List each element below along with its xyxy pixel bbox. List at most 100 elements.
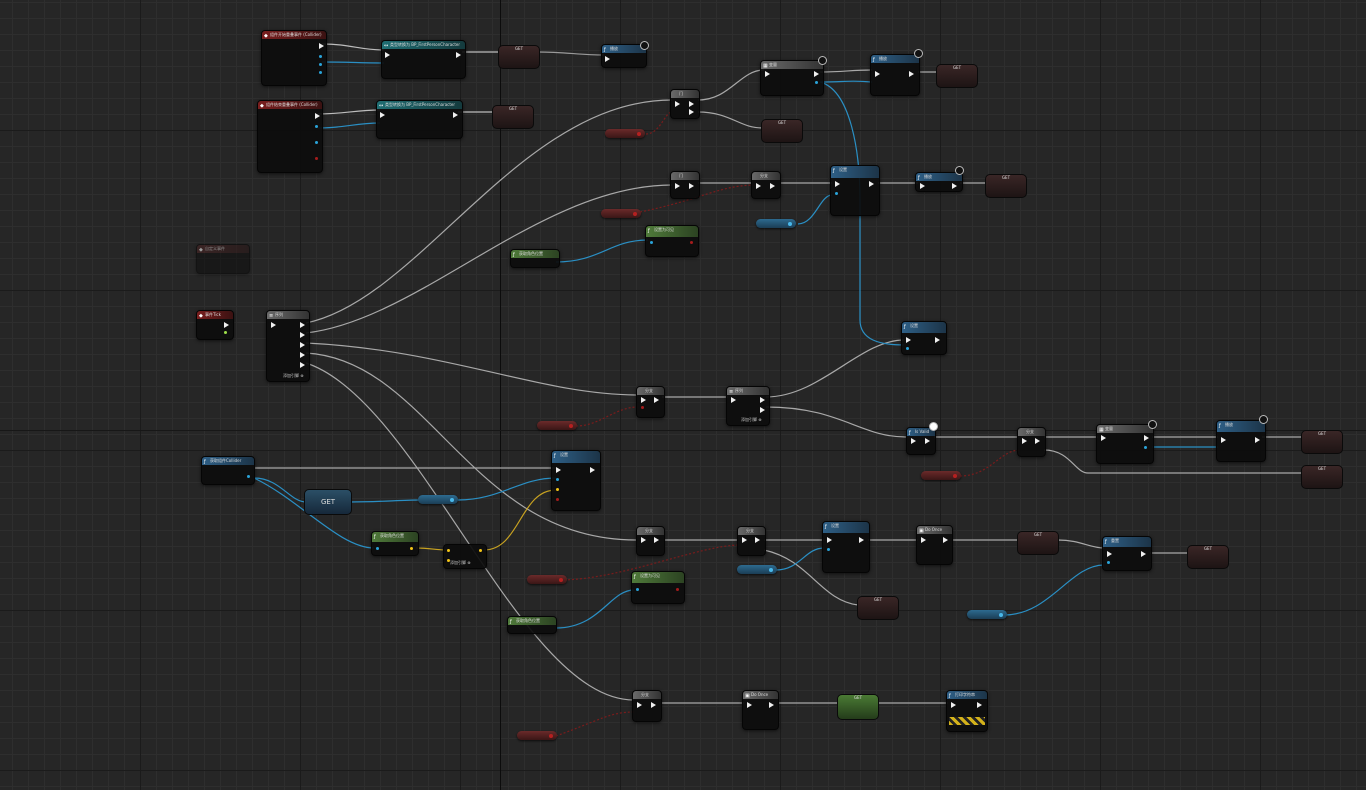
exec-out-pin[interactable] xyxy=(1035,438,1040,444)
exec-in-pin[interactable] xyxy=(271,322,276,328)
bool-variable-pill[interactable] xyxy=(601,209,641,218)
get-node-k[interactable]: GET xyxy=(837,694,879,720)
exec-in-pin[interactable] xyxy=(827,537,832,543)
get-node-j[interactable]: GET xyxy=(857,596,899,620)
branch-node-3[interactable]: 分支 xyxy=(1017,427,1046,457)
object-pin[interactable] xyxy=(1107,561,1110,564)
cast-node-1[interactable]: ↔ 类型转换为 BP_FirstPersonCharacter xyxy=(381,40,466,79)
exec-in-pin[interactable] xyxy=(906,337,911,343)
exec-in-pin[interactable] xyxy=(641,537,646,543)
function-node-play[interactable]: ƒ 播放 xyxy=(870,54,920,96)
exec-out-pin[interactable] xyxy=(689,109,694,115)
get-node-i[interactable]: GET xyxy=(1187,545,1229,569)
exec-out-pin[interactable] xyxy=(760,407,765,413)
exec-out-pin[interactable] xyxy=(300,342,305,348)
exec-out-pin[interactable] xyxy=(315,113,320,119)
exec-out-pin[interactable] xyxy=(755,537,760,543)
float-pin[interactable] xyxy=(224,331,227,334)
exec-out-pin[interactable] xyxy=(977,702,982,708)
object-pin[interactable] xyxy=(315,125,318,128)
exec-out-pin[interactable] xyxy=(1141,551,1146,557)
exec-out-pin[interactable] xyxy=(814,71,819,77)
exec-in-pin[interactable] xyxy=(675,101,680,107)
gate-node-1[interactable]: 门 xyxy=(670,89,700,119)
exec-out-pin[interactable] xyxy=(909,71,914,77)
exec-out-pin[interactable] xyxy=(925,438,930,444)
object-pin[interactable] xyxy=(906,347,909,350)
exec-in-pin[interactable] xyxy=(385,52,390,58)
bool-variable-pill[interactable] xyxy=(921,471,961,480)
exec-in-pin[interactable] xyxy=(1107,551,1112,557)
event-end-overlap-node[interactable]: ◆ 组件结束重叠事件 (Collider) xyxy=(257,100,323,173)
exec-in-pin[interactable] xyxy=(380,112,385,118)
sequence-node-2[interactable]: ≡ 序列 添加引脚 ⊕ xyxy=(726,386,770,426)
get-node-a[interactable]: GET xyxy=(498,45,540,69)
object-variable-pill[interactable] xyxy=(418,495,458,504)
do-once-node-2[interactable]: ▣ Do Once xyxy=(742,690,779,730)
make-vector-node[interactable]: 添加引脚 ⊕ xyxy=(443,544,487,569)
exec-in-pin[interactable] xyxy=(641,397,646,403)
exec-in-pin[interactable] xyxy=(637,702,642,708)
blueprint-graph-canvas[interactable]: ◆ 组件开始重叠事件 (Collider) ◆ 组件结束重叠事件 (Collider… xyxy=(0,0,1366,790)
bool-pin[interactable] xyxy=(641,406,644,409)
branch-node-1[interactable]: 分支 xyxy=(751,171,781,199)
custom-event-disabled-node[interactable]: ◆ 自定义事件 xyxy=(196,244,250,274)
set-node-1[interactable]: ƒ 设置 xyxy=(830,165,880,216)
exec-in-pin[interactable] xyxy=(1022,438,1027,444)
exec-in-pin[interactable] xyxy=(921,537,926,543)
exec-out-pin[interactable] xyxy=(943,537,948,543)
get-node-e[interactable]: GET xyxy=(985,174,1027,198)
pure-node-location-2[interactable]: ƒ 获取角色位置 xyxy=(371,531,419,556)
exec-out-pin[interactable] xyxy=(769,702,774,708)
exec-out-pin[interactable] xyxy=(689,183,694,189)
pure-node-location-1[interactable]: ƒ 获取角色位置 xyxy=(510,249,560,268)
pure-node-visible[interactable]: ƒ 设置为可见 xyxy=(645,225,699,257)
exec-out-pin[interactable] xyxy=(300,332,305,338)
exec-in-pin[interactable] xyxy=(951,702,956,708)
pure-node-location-3[interactable]: ƒ 获取角色位置 xyxy=(507,616,557,634)
set-node-5[interactable]: ƒ 重置 xyxy=(1102,536,1152,571)
object-pin[interactable] xyxy=(315,141,318,144)
exec-out-pin[interactable] xyxy=(654,397,659,403)
exec-in-pin[interactable] xyxy=(605,56,610,62)
bool-pin[interactable] xyxy=(315,157,318,160)
exec-out-pin[interactable] xyxy=(300,322,305,328)
print-string-node[interactable]: ƒ 打印字符串 xyxy=(946,690,988,732)
exec-out-pin[interactable] xyxy=(300,352,305,358)
get-node-b[interactable]: GET xyxy=(492,105,534,129)
exec-in-pin[interactable] xyxy=(1221,437,1226,443)
object-pin[interactable] xyxy=(636,588,639,591)
object-pin[interactable] xyxy=(319,63,322,66)
event-tick-node[interactable]: ◆ 事件Tick xyxy=(196,310,234,340)
exec-in-pin[interactable] xyxy=(765,71,770,77)
exec-in-pin[interactable] xyxy=(911,438,916,444)
vector-pin[interactable] xyxy=(556,488,559,491)
exec-in-pin[interactable] xyxy=(1101,435,1106,441)
get-node-h[interactable]: GET xyxy=(1017,531,1059,555)
set-node-4[interactable]: ƒ 设置 xyxy=(822,521,870,573)
exec-out-pin[interactable] xyxy=(590,467,595,473)
gate-node-2[interactable]: 门 xyxy=(670,171,700,199)
sequence-node[interactable]: ≡ 序列 添加引脚 ⊕ xyxy=(266,310,310,382)
exec-out-pin[interactable] xyxy=(1255,437,1260,443)
bool-variable-pill[interactable] xyxy=(605,129,645,138)
exec-in-pin[interactable] xyxy=(742,537,747,543)
is-valid-node[interactable]: ƒ Is Valid xyxy=(906,427,936,455)
branch-node-6[interactable]: 分支 xyxy=(632,690,662,722)
get-node-big[interactable]: GET xyxy=(304,489,352,515)
object-pin[interactable] xyxy=(827,548,830,551)
add-pin-button[interactable]: 添加引脚 ⊕ xyxy=(450,560,471,566)
function-node-play-right[interactable]: ƒ 播放 xyxy=(1216,420,1266,462)
exec-out-pin[interactable] xyxy=(952,183,957,189)
vector-pin[interactable] xyxy=(479,549,482,552)
exec-out-pin[interactable] xyxy=(760,397,765,403)
add-pin-button[interactable]: 添加引脚 ⊕ xyxy=(283,373,304,379)
exec-out-pin[interactable] xyxy=(689,101,694,107)
get-node-f[interactable]: GET xyxy=(1301,430,1343,454)
function-node-mid[interactable]: ƒ 播放 xyxy=(915,172,963,192)
exec-out-pin[interactable] xyxy=(224,322,229,328)
exec-out-pin[interactable] xyxy=(869,181,874,187)
event-begin-overlap-node[interactable]: ◆ 组件开始重叠事件 (Collider) xyxy=(261,30,327,86)
branch-node-2[interactable]: 分支 xyxy=(636,386,665,418)
cast-node-2[interactable]: ↔ 类型转换为 BP_FirstPersonCharacter xyxy=(376,100,463,139)
